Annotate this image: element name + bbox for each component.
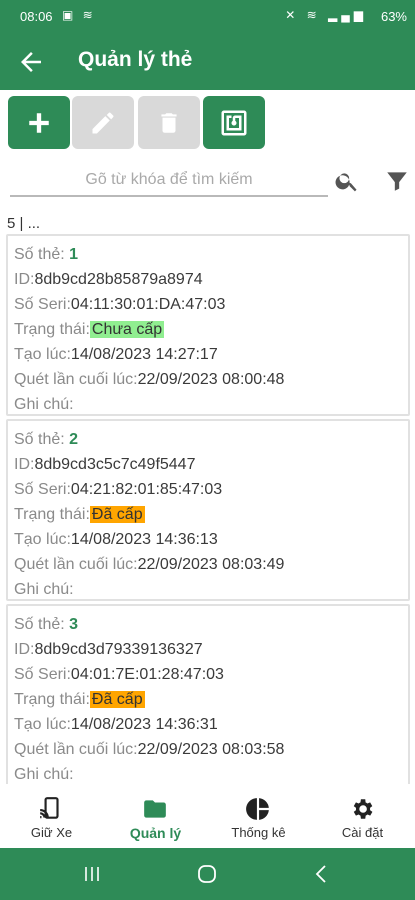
- note-label: Ghi chú:: [14, 396, 74, 413]
- back-icon[interactable]: [310, 862, 334, 886]
- nav-item-thong-ke[interactable]: Thống kê: [207, 786, 310, 848]
- recent-apps-icon[interactable]: [80, 862, 104, 886]
- created-label: Tạo lúc:: [14, 531, 71, 548]
- card-created: 14/08/2023 14:27:17: [70, 346, 218, 363]
- card-serial: 04:21:82:01:85:47:03: [70, 481, 223, 498]
- status-badge: Đã cấp: [89, 506, 145, 523]
- card-created: 14/08/2023 14:36:31: [70, 716, 218, 733]
- card-number: 1: [69, 246, 79, 263]
- card-created: 14/08/2023 14:36:13: [70, 531, 218, 548]
- gear-icon: [353, 799, 373, 819]
- search-icon[interactable]: [334, 168, 360, 194]
- card-last-scan: 22/09/2023 08:00:48: [137, 371, 285, 388]
- back-arrow-icon[interactable]: [16, 47, 46, 77]
- pencil-icon: [92, 112, 114, 133]
- card-serial: 04:11:30:01:DA:47:03: [70, 296, 226, 313]
- serial-label: Số Seri:: [14, 296, 71, 313]
- note-label: Ghi chú:: [14, 766, 74, 783]
- number-label: Số thẻ:: [14, 431, 65, 448]
- status-label: Trạng thái:: [14, 321, 90, 338]
- card-id: 8db9cd3d79339136327: [34, 641, 203, 658]
- status-label: Trạng thái:: [14, 691, 90, 708]
- home-icon[interactable]: [195, 862, 219, 886]
- nav-label: Quản lý: [129, 825, 182, 841]
- system-status-icons: ✕ ≋ ▂▄▆: [285, 8, 367, 22]
- id-label: ID:: [14, 641, 35, 658]
- card-serial: 04:01:7E:01:28:47:03: [70, 666, 224, 683]
- card-number: 3: [69, 616, 79, 633]
- created-label: Tạo lúc:: [14, 716, 71, 733]
- nav-item-giu-xe[interactable]: Giữ Xe: [0, 786, 103, 848]
- trash-icon: [161, 112, 177, 133]
- card-last-scan: 22/09/2023 08:03:58: [137, 741, 285, 758]
- nav-label: Thống kê: [231, 825, 286, 840]
- notification-icons: ▣ ≋: [62, 8, 96, 22]
- pie-chart-icon: [246, 798, 269, 820]
- system-navigation-bar: [0, 848, 415, 900]
- status-bar: 08:06 ▣ ≋ ✕ ≋ ▂▄▆ 63%: [0, 0, 415, 33]
- number-label: Số thẻ:: [14, 616, 65, 633]
- status-badge: Chưa cấp: [89, 321, 165, 338]
- card-last-scan: 22/09/2023 08:03:49: [137, 556, 285, 573]
- last-scan-label: Quét lần cuối lúc:: [14, 371, 138, 388]
- phone-cast-icon: [39, 797, 59, 819]
- app-bar: Quản lý thẻ: [0, 33, 415, 90]
- search-input[interactable]: [10, 165, 328, 195]
- add-card-button[interactable]: [8, 96, 70, 149]
- page-title: Quản lý thẻ: [78, 48, 193, 71]
- card-item[interactable]: Số thẻ: 3 ID:8db9cd3d79339136327 Số Seri…: [6, 604, 410, 784]
- note-label: Ghi chú:: [14, 581, 74, 598]
- card-item[interactable]: Số thẻ: 1 ID:8db9cd28b85879a8974 Số Seri…: [6, 234, 410, 416]
- nav-label: Giữ Xe: [30, 825, 73, 840]
- serial-label: Số Seri:: [14, 666, 71, 683]
- status-badge: Đã cấp: [89, 691, 145, 708]
- plus-icon: [29, 112, 49, 133]
- id-label: ID:: [14, 456, 35, 473]
- nfc-icon: [221, 110, 247, 135]
- card-number: 2: [69, 431, 79, 448]
- nav-label: Cài đặt: [341, 825, 384, 840]
- filter-icon[interactable]: [384, 168, 410, 194]
- card-item[interactable]: Số thẻ: 2 ID:8db9cd3c5c7c49f5447 Số Seri…: [6, 419, 410, 601]
- bottom-navigation: Giữ Xe Quản lý Thống kê Cài đặt: [0, 786, 415, 848]
- edit-card-button[interactable]: [72, 96, 134, 149]
- nav-item-quan-ly[interactable]: Quản lý: [104, 786, 207, 848]
- last-scan-label: Quét lần cuối lúc:: [14, 556, 138, 573]
- serial-label: Số Seri:: [14, 481, 71, 498]
- list-count: 5 | ...: [7, 215, 41, 232]
- folder-icon: [144, 800, 166, 818]
- card-id: 8db9cd28b85879a8974: [34, 271, 203, 288]
- card-id: 8db9cd3c5c7c49f5447: [34, 456, 196, 473]
- search-box: [10, 165, 328, 197]
- id-label: ID:: [14, 271, 35, 288]
- nfc-scan-button[interactable]: [203, 96, 265, 149]
- created-label: Tạo lúc:: [14, 346, 71, 363]
- card-list[interactable]: Số thẻ: 1 ID:8db9cd28b85879a8974 Số Seri…: [6, 234, 410, 784]
- delete-card-button[interactable]: [138, 96, 200, 149]
- number-label: Số thẻ:: [14, 246, 65, 263]
- status-label: Trạng thái:: [14, 506, 90, 523]
- battery-level: 63%: [380, 9, 407, 24]
- nav-item-cai-dat[interactable]: Cài đặt: [311, 786, 414, 848]
- status-time: 08:06: [20, 9, 53, 24]
- last-scan-label: Quét lần cuối lúc:: [14, 741, 138, 758]
